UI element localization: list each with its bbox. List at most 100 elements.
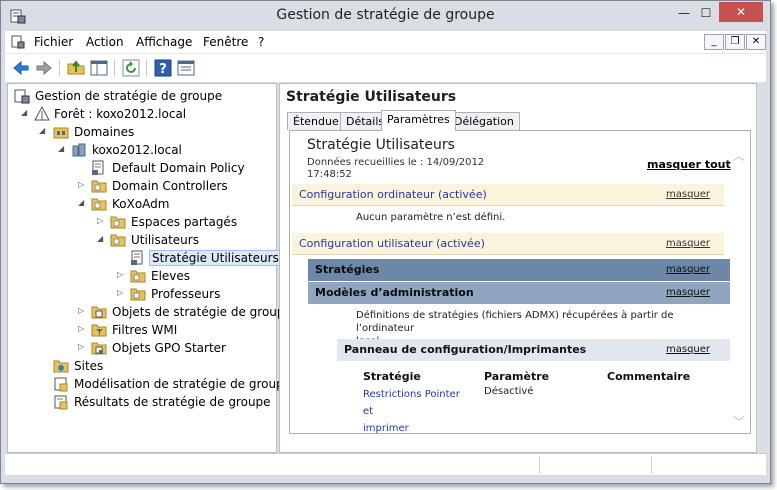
admin-templates-section[interactable]: Modèles d’administration masquer xyxy=(308,282,730,304)
expand-arrow-icon[interactable]: ▷ xyxy=(117,270,127,280)
hide-link[interactable]: masquer xyxy=(666,287,710,298)
menu-fichier[interactable]: Fichier xyxy=(34,35,73,49)
computer-config-section[interactable]: Configuration ordinateur (activée) masqu… xyxy=(292,184,724,206)
expand-arrow-icon[interactable]: ▷ xyxy=(117,288,127,298)
tree-label: Gestion de stratégie de groupe xyxy=(35,89,223,103)
results-icon xyxy=(54,395,68,410)
window-title: Gestion de stratégie de groupe xyxy=(276,7,495,23)
ou-folder-icon xyxy=(91,198,107,211)
collapse-arrow-icon[interactable]: ◢ xyxy=(21,108,31,118)
help-icon[interactable]: ? xyxy=(153,58,173,78)
collapse-arrow-icon[interactable]: ◢ xyxy=(78,198,88,208)
back-icon[interactable] xyxy=(11,58,31,78)
hide-link[interactable]: masquer xyxy=(666,344,710,355)
tab-parametres[interactable]: Paramètres xyxy=(381,110,456,131)
menu-fenetre[interactable]: Fenêtre xyxy=(203,35,248,49)
expand-arrow-icon[interactable]: ▷ xyxy=(78,306,88,316)
toolbar: ? xyxy=(5,53,766,82)
properties-icon[interactable] xyxy=(176,58,196,78)
hide-link[interactable]: masquer xyxy=(666,238,710,249)
collapse-arrow-icon[interactable]: ◢ xyxy=(97,234,107,244)
details-title: Stratégie Utilisateurs xyxy=(286,89,457,105)
tree-label: Résultats de stratégie de groupe xyxy=(74,395,271,409)
refresh-icon[interactable] xyxy=(121,58,141,78)
menu-bar: Fichier Action Affichage Fenêtre ? _ ❐ ✕ xyxy=(5,31,766,53)
section-label: Configuration ordinateur (activée) xyxy=(299,188,487,201)
tree-label: Stratégie Utilisateurs xyxy=(149,250,282,266)
report-date: Données recueillies le : 14/09/2012 17:4… xyxy=(307,157,507,181)
tree-label: Domaines xyxy=(74,125,135,139)
document-icon[interactable] xyxy=(11,35,25,49)
domain-icon xyxy=(72,143,86,157)
console-tree[interactable]: Gestion de stratégie de groupe ◢ Forêt :… xyxy=(7,83,292,453)
tree-label: Professeurs xyxy=(151,287,221,301)
report-date-line: Données recueillies le : 14/09/2012 xyxy=(307,157,485,168)
hide-link[interactable]: masquer xyxy=(666,189,710,200)
tree-label: Objets de stratégie de groupe xyxy=(112,305,292,319)
starter-folder-icon xyxy=(91,342,107,355)
policy-link-point-and-print[interactable]: Restrictions Pointer et imprimer xyxy=(363,386,473,433)
status-divider xyxy=(539,456,540,474)
gpo-link-icon xyxy=(92,160,104,175)
menu-help[interactable]: ? xyxy=(258,35,264,49)
section-label: Modèles d’administration xyxy=(315,286,474,299)
expand-arrow-icon[interactable]: ▷ xyxy=(97,216,107,226)
control-panel-printers-section[interactable]: Panneau de configuration/Imprimantes mas… xyxy=(337,339,730,361)
scroll-down-icon[interactable]: ﹀ xyxy=(733,413,745,430)
menu-affichage[interactable]: Affichage xyxy=(136,35,192,49)
column-header-comment: Commentaire xyxy=(607,370,691,383)
tree-label: KoXoAdm xyxy=(112,197,170,211)
console-tree-icon[interactable] xyxy=(89,58,109,78)
expand-arrow-icon[interactable]: ▷ xyxy=(78,180,88,190)
tree-label: Modélisation de stratégie de groupe xyxy=(74,377,292,391)
column-header-policy: Stratégie xyxy=(363,370,421,383)
tree-label: Domain Controllers xyxy=(112,179,228,193)
settings-report[interactable]: Stratégie Utilisateurs Données recueilli… xyxy=(289,130,751,434)
hide-all-link[interactable]: masquer tout xyxy=(647,158,731,171)
domains-icon xyxy=(53,127,69,139)
toolbar-separator xyxy=(59,59,60,77)
tree-label: koxo2012.local xyxy=(92,143,182,157)
forest-icon xyxy=(34,106,50,121)
mdi-minimize-button[interactable]: _ xyxy=(704,34,724,50)
toolbar-separator xyxy=(114,59,115,77)
mdi-close-button[interactable]: ✕ xyxy=(746,34,766,50)
maximize-button[interactable]: ☐ xyxy=(693,3,719,25)
forward-icon[interactable] xyxy=(34,58,54,78)
expand-arrow-icon[interactable]: ▷ xyxy=(78,342,88,352)
close-button[interactable]: ✕ xyxy=(719,2,763,22)
folder-up-icon[interactable] xyxy=(66,58,86,78)
tab-delegation[interactable]: Délégation xyxy=(448,112,520,130)
policy-name-line[interactable]: imprimer xyxy=(363,420,473,433)
user-config-section[interactable]: Configuration utilisateur (activée) masq… xyxy=(292,233,724,255)
mdi-restore-button[interactable]: ❐ xyxy=(725,34,745,50)
section-label: Panneau de configuration/Imprimantes xyxy=(344,343,587,356)
collapse-arrow-icon[interactable]: ◢ xyxy=(58,144,68,154)
expand-arrow-icon[interactable]: ▷ xyxy=(78,324,88,334)
svg-text:?: ? xyxy=(159,62,167,77)
hide-link[interactable]: masquer xyxy=(666,264,710,275)
policies-section[interactable]: Stratégies masquer xyxy=(308,259,730,281)
tree-label: Eleves xyxy=(151,269,191,283)
ou-folder-icon xyxy=(130,288,146,301)
policy-name-line[interactable]: Restrictions Pointer et xyxy=(363,386,473,420)
tree-label: Sites xyxy=(74,359,104,373)
app-window: Gestion de stratégie de groupe — ☐ ✕ Fic… xyxy=(0,0,771,484)
report-time-line: 17:48:52 xyxy=(307,169,352,180)
gpo-link-icon xyxy=(131,250,143,265)
tree-label: Objets GPO Starter xyxy=(112,341,226,355)
details-pane: Stratégie Utilisateurs Étendue Détails P… xyxy=(279,83,757,453)
wmi-folder-icon xyxy=(91,324,107,337)
column-header-setting: Paramètre xyxy=(484,370,550,383)
title-bar[interactable]: Gestion de stratégie de groupe — ☐ ✕ xyxy=(1,1,770,31)
scroll-up-icon[interactable]: ︿ xyxy=(733,147,745,164)
ou-folder-icon xyxy=(110,216,126,229)
menu-action[interactable]: Action xyxy=(86,35,124,49)
sites-icon xyxy=(53,360,69,373)
tab-etendue[interactable]: Étendue xyxy=(287,112,345,130)
modeling-icon xyxy=(54,377,68,392)
admx-text-line: Définitions de stratégies (fichiers ADMX… xyxy=(356,310,674,334)
collapse-arrow-icon[interactable]: ◢ xyxy=(39,126,49,136)
status-bar xyxy=(5,453,766,475)
policy-value: Désactivé xyxy=(484,386,534,397)
